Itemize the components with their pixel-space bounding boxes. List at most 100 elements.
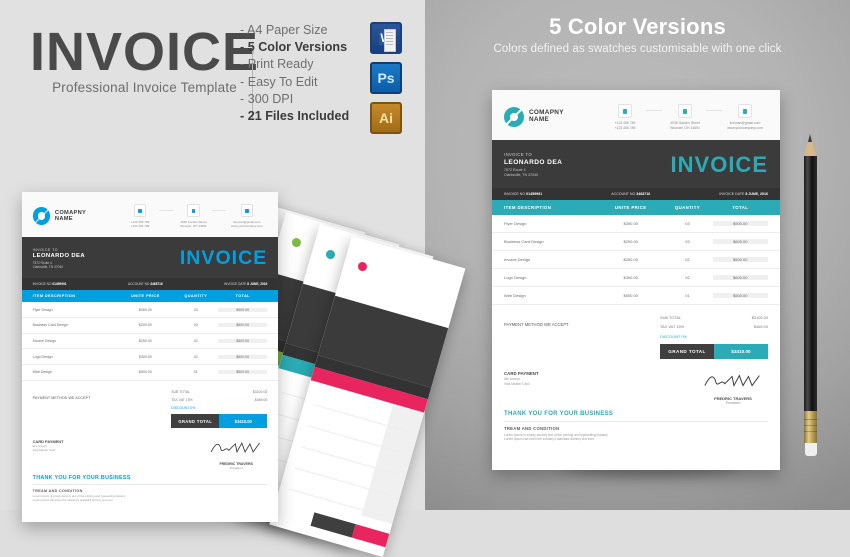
company-name: COMAPNY NAME (529, 109, 564, 124)
contact-item: liceman@gmail.com www.yourcompany.com (212, 204, 267, 228)
phone-icon (133, 204, 147, 218)
pencil-body (804, 156, 817, 411)
table-row: Flyer Design $300.00 03 $900.00 (22, 302, 278, 319)
terms-divider (504, 420, 768, 422)
adobe-illustrator-icon: Ai (370, 102, 402, 134)
invoice-meta-item: ACCOUNT NO 3468716 (127, 282, 163, 287)
bill-to-label: INVOICE TO (504, 152, 533, 158)
item-description: Business Card Design (504, 238, 544, 244)
invoice-meta-item: INVOICE NO 01459991 (504, 191, 543, 196)
item-price: $300.00 (138, 307, 152, 312)
summary-value: $465.00 (753, 324, 768, 330)
item-description: Business Card Design (32, 323, 68, 328)
invoice-meta-strip: INVOICE NO 01459991 ACCOUNT NO 3468716 INV… (22, 278, 278, 290)
email-icon (240, 204, 254, 218)
grand-total-row: GRAND TOTAL $3410.00 (660, 343, 768, 359)
item-description: Invoice Design (504, 256, 531, 262)
column-header: TOTAL (732, 204, 749, 210)
app-badges: W Ps Ai (370, 22, 406, 142)
sheet-logo-dot (357, 261, 369, 273)
item-quantity: 02 (193, 339, 198, 344)
item-description: Logo Design (504, 274, 527, 280)
item-total: $900.00 (218, 307, 268, 312)
invoice-meta-item: INVOICE DATE 8 JUNE, 2016 (224, 282, 268, 287)
invoice-word: INVOICE (670, 151, 768, 177)
column-header: ITEM DESCRIPTION (32, 294, 76, 299)
invoice-meta-item: INVOICE DATE 8 JUNE, 2016 (719, 191, 768, 196)
pencil-lead (808, 134, 813, 142)
contact-line: Wooster, OH 44691 (180, 223, 207, 228)
item-price: $500.00 (623, 292, 638, 298)
totals-block: PAYMENT METHOD WE ACCEPT SUB TOTAL $3100… (22, 381, 278, 429)
summary-row: DISCOUNT 0% (660, 332, 768, 341)
location-icon (678, 104, 692, 118)
footer-block: CARD PAYMENT We Accept Visa Master Card … (22, 428, 278, 470)
grand-total-label: GRAND TOTAL (171, 414, 220, 429)
pencil-prop (804, 134, 817, 458)
summary-value: $465.00 (254, 397, 268, 402)
grand-total-row: GRAND TOTAL $3410.00 (171, 414, 268, 429)
adobe-photoshop-icon: Ps (370, 62, 402, 94)
bill-to-address: 7872 Route 4 Clarksville, TN 37040 (504, 168, 539, 177)
contact-strip: +123 456 789 +123 456 789 4938 Garden St… (120, 204, 268, 228)
summary-label: DISCOUNT 0% (171, 405, 196, 410)
feature-item: - Print Ready (240, 57, 314, 72)
bill-to-name: LEONARDO DEA (504, 159, 563, 167)
invoice-hero-band: INVOICE TO LEONARDO DEA 7872 Route 4 Clar… (22, 236, 278, 279)
column-header: QUANTITY (184, 294, 208, 299)
table-row: Logo Design $300.00 02 $600.00 (22, 349, 278, 366)
item-price: $300.00 (623, 274, 638, 280)
column-header: UNITE PRICE (131, 294, 160, 299)
item-quantity: 03 (193, 323, 198, 328)
summary-label: DISCOUNT 0% (660, 333, 687, 339)
table-row: Invoice Design $250.00 02 $500.00 (492, 251, 780, 269)
invoice-meta-strip: INVOICE NO 01459991 ACCOUNT NO 3468716 INV… (492, 187, 780, 200)
item-quantity: 03 (685, 220, 690, 226)
terms-block: THANK YOU FOR YOUR BUSINESS TREAM AND CO… (492, 405, 780, 452)
summary-row: SUB TOTAL $3100.00 (660, 313, 768, 322)
microsoft-word-icon: W (370, 22, 402, 54)
invoice-word: INVOICE (179, 246, 268, 269)
items-table-header: ITEM DESCRIPTION UNITE PRICE QUANTITY TO… (22, 289, 278, 303)
column-header: UNITE PRICE (614, 204, 647, 210)
payment-method-label: PAYMENT METHOD WE ACCEPT (32, 395, 91, 400)
invoice-meta-item: INVOICE NO 01459991 (32, 282, 67, 287)
card-payment-line: Visa Master Card (32, 448, 56, 453)
summary-value: $3100.00 (751, 314, 768, 320)
contact-connector (646, 110, 662, 111)
screenshot-stage: INVOICE Professional Invoice Template - … (0, 0, 850, 557)
contact-item: +123 456 789 +123 456 789 (602, 104, 648, 130)
logo-mark-icon (504, 107, 524, 128)
thank-you-text: THANK YOU FOR YOUR BUSINESS (32, 474, 131, 481)
company-logo: COMAPNY NAME (32, 207, 86, 226)
contact-line: www.yourcompany.com (231, 223, 263, 228)
item-description: Flyer Design (504, 220, 527, 226)
bill-to-address: 7872 Route 4 Clarksville, TN 37040 (32, 261, 63, 270)
email-icon (738, 104, 752, 118)
contact-item: +123 456 789 +123 456 789 (120, 204, 161, 228)
item-total: $600.00 (712, 274, 768, 280)
item-total: $600.00 (218, 354, 268, 359)
table-row: Invoice Design $250.00 02 $500.00 (22, 334, 278, 350)
item-quantity: 01 (685, 292, 690, 298)
bill-to-name: LEONARDO DEA (32, 253, 85, 260)
item-quantity: 02 (685, 256, 690, 262)
item-total: $500.00 (218, 370, 268, 375)
grand-total-label: GRAND TOTAL (660, 343, 714, 359)
item-description: Flyer Design (32, 307, 53, 312)
word-doc-glyph (384, 29, 396, 52)
location-icon (187, 204, 200, 218)
item-quantity: 02 (685, 274, 690, 280)
sheet-logo-dot (291, 237, 303, 249)
item-quantity: 03 (193, 307, 198, 312)
right-panel-heading: 5 Color Versions Colors defined as swatc… (425, 14, 850, 55)
page-subtitle: Professional Invoice Template (52, 80, 237, 95)
thank-you-text: THANK YOU FOR YOUR BUSINESS (504, 410, 614, 417)
contact-connector (212, 209, 227, 211)
card-payment-block: CARD PAYMENT We Accept Visa Master Card (33, 439, 64, 470)
sheet-logo-dot (325, 249, 337, 261)
item-quantity: 02 (193, 354, 198, 359)
item-description: Web Design (32, 370, 52, 375)
invoice-letterhead: COMAPNY NAME +123 456 789 +123 456 789 4… (22, 192, 278, 237)
item-price: $200.00 (623, 238, 638, 244)
